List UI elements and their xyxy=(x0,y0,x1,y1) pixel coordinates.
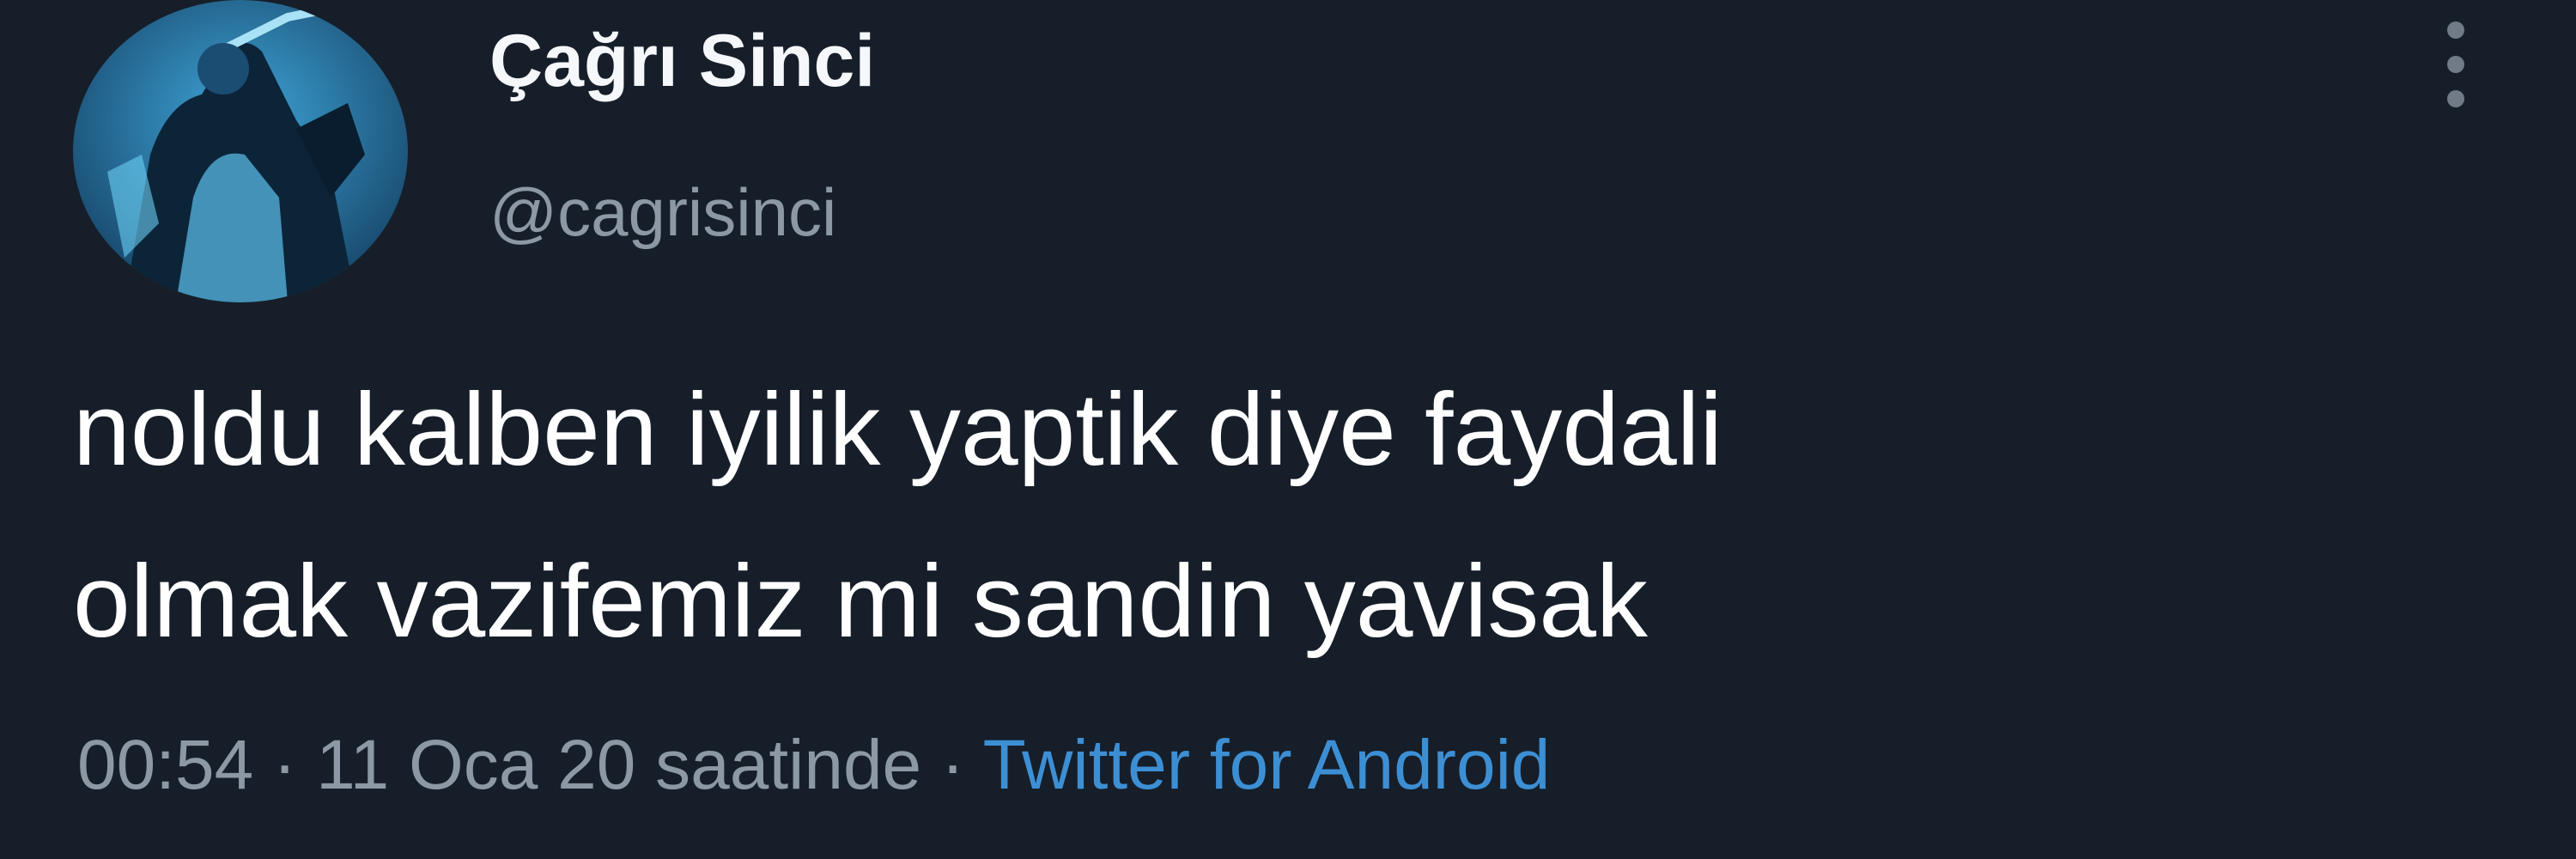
tweet-source-link[interactable]: Twitter for Android xyxy=(983,726,1551,804)
tweet-date[interactable]: 11 Oca 20 saatinde xyxy=(316,726,921,804)
more-options-button[interactable] xyxy=(2430,17,2482,112)
tweet-metadata: 00:54 · 11 Oca 20 saatinde · Twitter for… xyxy=(77,730,1550,801)
author-handle[interactable]: @cagrisinci xyxy=(489,179,836,246)
author-display-name[interactable]: Çağrı Sinci xyxy=(489,24,875,98)
meta-separator: · xyxy=(253,726,317,804)
vertical-ellipsis-icon-dot xyxy=(2447,90,2464,107)
tweet-time[interactable]: 00:54 xyxy=(77,726,253,804)
author-avatar[interactable] xyxy=(73,0,408,302)
tweet-text-line: noldu kalben iyilik yaptik diye faydali xyxy=(73,372,1723,487)
tweet-body: noldu kalben iyilik yaptik diye faydali … xyxy=(73,344,2520,687)
vertical-ellipsis-icon-dot xyxy=(2447,56,2464,73)
profile-photo-icon xyxy=(73,0,408,302)
tweet-card: Çağrı Sinci @cagrisinci noldu kalben iyi… xyxy=(0,0,2576,859)
tweet-text-line: olmak vazifemiz mi sandin yavisak xyxy=(73,544,1648,659)
meta-separator: · xyxy=(921,726,983,804)
vertical-ellipsis-icon xyxy=(2447,21,2464,39)
